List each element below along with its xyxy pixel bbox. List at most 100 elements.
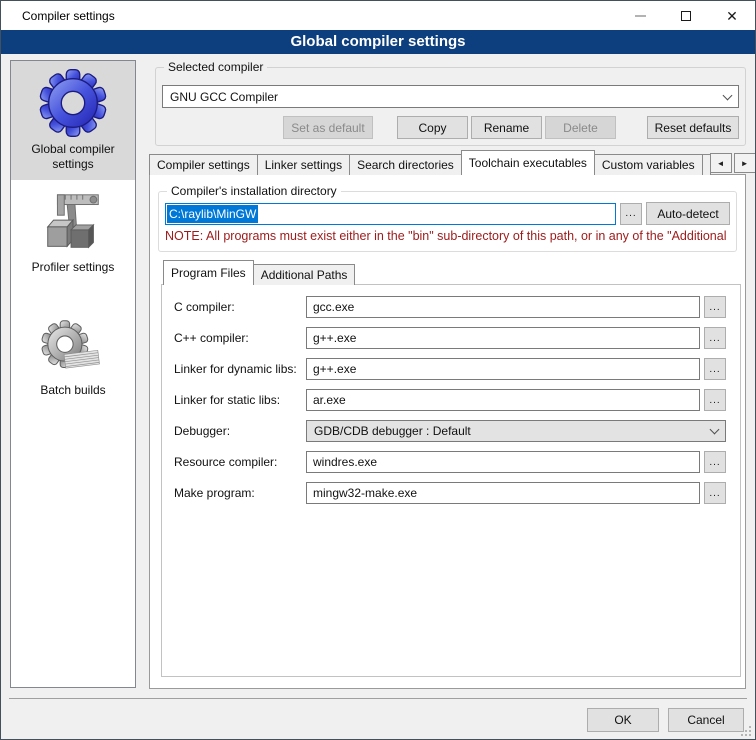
- make-program-browse-button[interactable]: ...: [704, 482, 726, 504]
- left-arrow-icon: ◄: [717, 159, 725, 168]
- debugger-value: GDB/CDB debugger : Default: [314, 424, 471, 438]
- window-title: Compiler settings: [1, 9, 115, 23]
- subtab-program-files[interactable]: Program Files: [163, 260, 254, 285]
- resource-compiler-value: windres.exe: [313, 455, 377, 469]
- set-as-default-button: Set as default: [283, 116, 373, 139]
- resource-compiler-label: Resource compiler:: [174, 455, 306, 469]
- program-files-page: C compiler: gcc.exe... C++ compiler: g++.ex…: [161, 284, 741, 677]
- auto-detect-button[interactable]: Auto-detect: [646, 202, 730, 225]
- c-compiler-row: C compiler: gcc.exe...: [174, 296, 726, 318]
- linker-for-dynamic-libs-input[interactable]: g++.exe: [306, 358, 700, 380]
- installation-directory-group-label: Compiler's installation directory: [167, 184, 341, 198]
- reset-defaults-button[interactable]: Reset defaults: [647, 116, 739, 139]
- debugger-select[interactable]: GDB/CDB debugger : Default: [306, 420, 726, 442]
- sidebar: Global compiler settings Profiler settin…: [10, 60, 136, 688]
- bin-subdirectory-note: NOTE: All programs must exist either in …: [165, 229, 730, 243]
- toolchain-executables-page: Compiler's installation directory C:\ray…: [149, 174, 746, 689]
- window-controls: ✕: [617, 1, 755, 30]
- c-compiler-browse-button[interactable]: ...: [704, 327, 726, 349]
- toolchain-form: C compiler: gcc.exe... C++ compiler: g++.ex…: [174, 296, 726, 504]
- delete-button: Delete: [545, 116, 616, 139]
- linker-for-dynamic-libs-label: Linker for dynamic libs:: [174, 362, 306, 376]
- tab-scroll-arrows: ◄ ►: [710, 153, 756, 173]
- dialog-banner: Global compiler settings: [1, 30, 755, 54]
- c-compiler-browse-button[interactable]: ...: [704, 296, 726, 318]
- sidebar-item-global-compiler-settings[interactable]: Global compiler settings: [11, 61, 135, 180]
- c-compiler-label: C compiler:: [174, 300, 306, 314]
- linker-for-static-libs-browse-button[interactable]: ...: [704, 389, 726, 411]
- debugger-label: Debugger:: [174, 424, 306, 438]
- resource-compiler-input[interactable]: windres.exe: [306, 451, 700, 473]
- rename-button[interactable]: Rename: [471, 116, 542, 139]
- tab-strip: Compiler settingsLinker settingsSearch d…: [149, 150, 749, 175]
- close-button[interactable]: ✕: [709, 1, 755, 30]
- linker-for-dynamic-libs-value: g++.exe: [313, 362, 356, 376]
- compiler-settings-dialog: Compiler settings ✕ Global compiler sett…: [0, 0, 756, 740]
- make-program-row: Make program:mingw32-make.exe...: [174, 482, 726, 504]
- browse-ellipsis-icon: ...: [625, 208, 636, 219]
- tab-scroll-right-button[interactable]: ►: [734, 153, 756, 173]
- linker-for-static-libs-label: Linker for static libs:: [174, 393, 306, 407]
- tab-search-directories[interactable]: Search directories: [349, 154, 462, 175]
- minimize-icon: [635, 15, 646, 17]
- installation-directory-group: Compiler's installation directory C:\ray…: [158, 191, 737, 252]
- cancel-label: Cancel: [687, 713, 724, 727]
- chevron-down-icon: [723, 90, 733, 100]
- sidebar-item-label: Profiler settings: [30, 258, 117, 283]
- linker-for-static-libs-value: ar.exe: [313, 393, 346, 407]
- main-panel: Selected compiler GNU GCC Compiler Set a…: [149, 60, 749, 689]
- compiler-select-value: GNU GCC Compiler: [170, 90, 278, 104]
- chevron-down-icon: [710, 425, 720, 435]
- c-compiler-value: g++.exe: [313, 331, 356, 345]
- tab-custom-variables[interactable]: Custom variables: [594, 154, 703, 175]
- c-compiler-input[interactable]: gcc.exe: [306, 296, 700, 318]
- ok-button[interactable]: OK: [587, 708, 659, 732]
- footer-divider: [9, 698, 747, 699]
- tab-compiler-settings[interactable]: Compiler settings: [149, 154, 258, 175]
- titlebar: Compiler settings ✕: [1, 1, 755, 30]
- linker-for-static-libs-row: Linker for static libs: ar.exe...: [174, 389, 726, 411]
- linker-for-static-libs-input[interactable]: ar.exe: [306, 389, 700, 411]
- install-dir-selected-text: C:\raylib\MinGW: [167, 205, 258, 223]
- resource-compiler-browse-button[interactable]: ...: [704, 451, 726, 473]
- maximize-button[interactable]: [663, 1, 709, 30]
- c-compiler-label: C++ compiler:: [174, 331, 306, 345]
- linker-for-dynamic-libs-row: Linker for dynamic libs: g++.exe...: [174, 358, 726, 380]
- debugger-row: Debugger: GDB/CDB debugger : Default: [174, 420, 726, 442]
- program-files-tab-strip: Program FilesAdditional Paths: [163, 261, 745, 285]
- install-dir-browse-button[interactable]: ...: [620, 203, 642, 225]
- make-program-value: mingw32-make.exe: [313, 486, 417, 500]
- auto-detect-label: Auto-detect: [657, 207, 718, 221]
- subtab-additional-paths[interactable]: Additional Paths: [253, 264, 356, 285]
- maximize-icon: [681, 11, 691, 21]
- dialog-content: Global compiler settings Profiler settin…: [1, 54, 755, 739]
- minimize-button[interactable]: [617, 1, 663, 30]
- sidebar-item-label: Batch builds: [38, 381, 107, 406]
- sidebar-item-batch-builds[interactable]: Batch builds: [11, 317, 135, 406]
- linker-for-dynamic-libs-browse-button[interactable]: ...: [704, 358, 726, 380]
- tab-linker-settings[interactable]: Linker settings: [257, 154, 350, 175]
- c-compiler-row: C++ compiler: g++.exe...: [174, 327, 726, 349]
- tab-toolchain-executables[interactable]: Toolchain executables: [461, 150, 595, 175]
- tab-scroll-left-button[interactable]: ◄: [710, 153, 732, 173]
- caliper-blocks-icon: [38, 188, 108, 258]
- compiler-buttons-row: Set as default CopyRenameDelete Reset defa…: [162, 116, 739, 139]
- sidebar-item-profiler-settings[interactable]: Profiler settings: [11, 188, 135, 283]
- install-dir-input[interactable]: C:\raylib\MinGW: [165, 203, 616, 225]
- c-compiler-value: gcc.exe: [313, 300, 354, 314]
- sidebar-item-label: Global compiler settings: [11, 140, 135, 180]
- installation-directory-row: C:\raylib\MinGW ... Auto-detect: [165, 202, 730, 225]
- close-icon: ✕: [726, 9, 738, 23]
- resize-grip[interactable]: [741, 726, 751, 736]
- right-arrow-icon: ►: [741, 159, 749, 168]
- selected-compiler-group-label: Selected compiler: [164, 60, 267, 74]
- selected-compiler-group: Selected compiler GNU GCC Compiler Set a…: [155, 67, 746, 146]
- resource-compiler-row: Resource compiler: windres.exe...: [174, 451, 726, 473]
- c-compiler-input[interactable]: g++.exe: [306, 327, 700, 349]
- blue-gear-icon: [37, 66, 109, 140]
- compiler-select[interactable]: GNU GCC Compiler: [162, 85, 739, 108]
- make-program-input[interactable]: mingw32-make.exe: [306, 482, 700, 504]
- footer-buttons: OK Cancel: [587, 708, 744, 732]
- copy-button[interactable]: Copy: [397, 116, 468, 139]
- cancel-button[interactable]: Cancel: [668, 708, 744, 732]
